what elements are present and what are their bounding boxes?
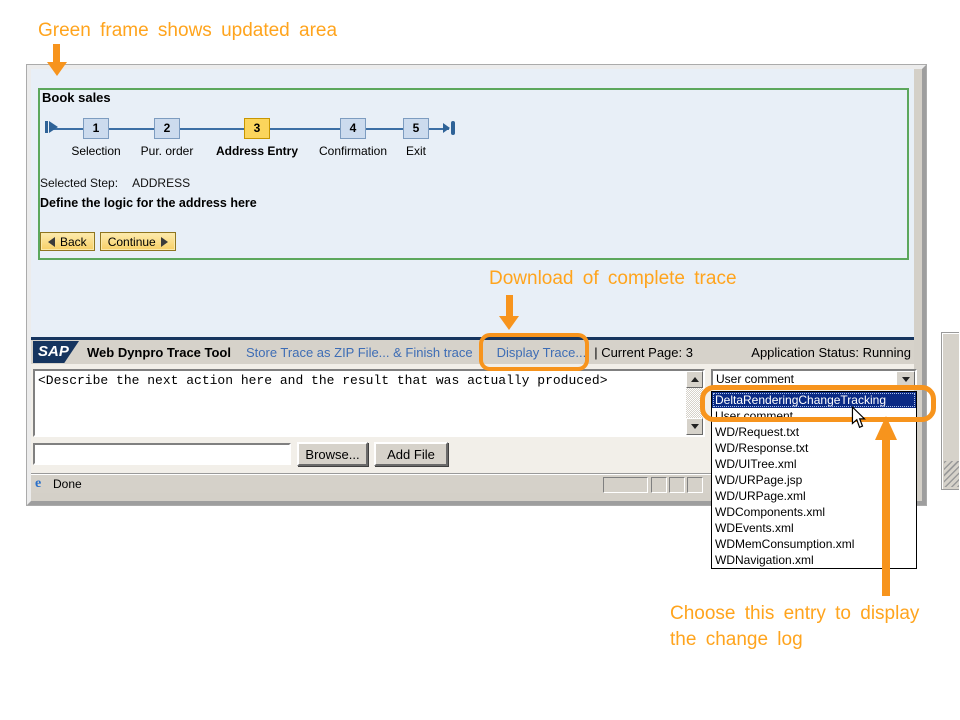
annotation-arrow-download-head — [499, 316, 519, 330]
continue-button-label: Continue — [107, 234, 156, 249]
app-window: Book sales 1 Selection 2 Pur. order 3 Address… — [26, 64, 927, 569]
roadmap-step-exit[interactable]: 5 Exit — [361, 118, 471, 158]
statusbar-panel — [603, 477, 648, 493]
roadmap-step-address-entry[interactable]: 3 Address Entry — [202, 118, 312, 158]
resize-grip-icon — [944, 461, 959, 487]
file-path-input[interactable] — [33, 443, 291, 465]
instruction-text: Define the logic for the address here — [40, 196, 257, 210]
roadmap-step-number[interactable]: 3 — [244, 118, 270, 139]
roadmap-step-label: Address Entry — [215, 144, 299, 158]
application-status: Application Status: Running — [751, 344, 911, 360]
statusbar-text: Done — [53, 477, 82, 491]
selected-step-value: ADDRESS — [132, 176, 191, 190]
annotation-arrow-top-head — [47, 62, 67, 76]
dropdown-selected-value: User comment — [716, 372, 795, 386]
annotation-arrow-top-line — [53, 44, 60, 63]
ie-icon: e — [35, 476, 42, 491]
continue-arrow-icon — [160, 236, 168, 247]
mouse-cursor-icon — [851, 406, 866, 429]
roadmap-step-label: Exit — [405, 144, 426, 158]
annotation-arrow-up-line — [882, 438, 890, 596]
back-button[interactable]: Back — [40, 232, 95, 251]
scroll-down-icon[interactable] — [686, 418, 703, 435]
selected-step-line: Selected Step: ADDRESS — [40, 176, 190, 190]
annotation-arrow-download-line — [506, 295, 513, 317]
roadmap-step-number[interactable]: 2 — [154, 118, 180, 139]
wd-app-area: Book sales 1 Selection 2 Pur. order 3 Address… — [31, 69, 914, 337]
toolbar-title: Web Dynpro Trace Tool — [87, 344, 231, 360]
statusbar-panel — [687, 477, 703, 493]
window-edge-scrollbar-fragment[interactable] — [941, 332, 959, 490]
store-trace-link[interactable]: Store Trace as ZIP File... & Finish trac… — [246, 345, 473, 360]
roadmap-step-number[interactable]: 5 — [403, 118, 429, 139]
highlight-ring-list-entry — [700, 385, 936, 422]
current-page-info: | Current Page: 3 — [594, 344, 693, 360]
browse-button[interactable]: Browse... — [297, 442, 368, 466]
add-file-button[interactable]: Add File — [374, 442, 448, 466]
statusbar-panel — [669, 477, 685, 493]
comment-textarea[interactable]: <Describe the next action here and the r… — [33, 369, 705, 437]
app-title: Book sales — [42, 90, 111, 105]
nav-button-row: Back Continue — [40, 232, 176, 251]
continue-button[interactable]: Continue — [99, 232, 176, 251]
selected-step-label: Selected Step: — [40, 176, 119, 190]
sap-logo: SAP — [33, 341, 79, 363]
screenshot-canvas: Green frame shows updated area Book sale… — [0, 0, 960, 720]
highlight-ring-display-trace — [479, 333, 589, 371]
annotation-choose-entry: Choose this entry to display the change … — [670, 603, 920, 650]
back-arrow-icon — [48, 236, 55, 247]
annotation-arrow-up-head — [875, 416, 897, 440]
back-button-label: Back — [60, 234, 87, 249]
window-body: Book sales 1 Selection 2 Pur. order 3 Address… — [31, 69, 917, 569]
statusbar-panel — [651, 477, 667, 493]
annotation-green-frame: Green frame shows updated area — [38, 20, 338, 41]
comment-text: <Describe the next action here and the r… — [38, 373, 608, 388]
annotation-download-trace: Download of complete trace — [489, 268, 737, 289]
roadmap-step-number[interactable]: 1 — [83, 118, 109, 139]
trace-toolbar: SAP Web Dynpro Trace Tool Store Trace as… — [31, 337, 914, 364]
scroll-up-icon[interactable] — [686, 371, 703, 388]
